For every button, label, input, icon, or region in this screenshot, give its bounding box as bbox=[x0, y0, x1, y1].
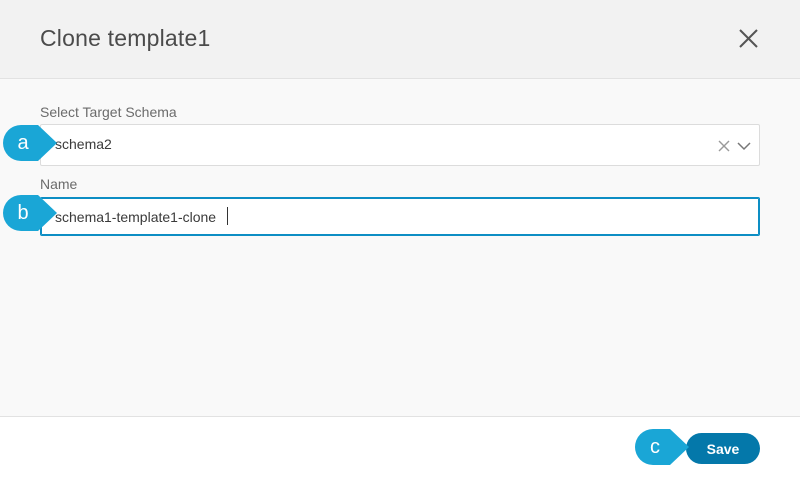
schema-label: Select Target Schema bbox=[40, 104, 177, 120]
name-input[interactable] bbox=[40, 197, 760, 236]
callout-a: a bbox=[2, 124, 58, 162]
dialog-header: Clone template1 bbox=[0, 0, 800, 79]
close-icon bbox=[739, 29, 758, 48]
dialog-title: Clone template1 bbox=[40, 25, 211, 51]
save-button[interactable]: Save bbox=[686, 433, 760, 464]
callout-letter: c bbox=[650, 436, 660, 458]
name-label: Name bbox=[40, 176, 78, 192]
schema-select[interactable]: schema2 bbox=[40, 124, 760, 166]
text-caret bbox=[227, 207, 228, 225]
callout-letter: a bbox=[17, 132, 29, 154]
close-button[interactable] bbox=[735, 25, 763, 53]
clone-template-dialog: Clone template1 Select Target Schema sch… bbox=[0, 0, 800, 480]
callout-letter: b bbox=[17, 202, 29, 224]
callout-b: b bbox=[2, 194, 58, 232]
schema-select-value: schema2 bbox=[55, 136, 112, 152]
chevron-down-icon[interactable] bbox=[736, 139, 752, 153]
clear-icon[interactable] bbox=[717, 139, 731, 153]
callout-c: c bbox=[634, 428, 690, 466]
